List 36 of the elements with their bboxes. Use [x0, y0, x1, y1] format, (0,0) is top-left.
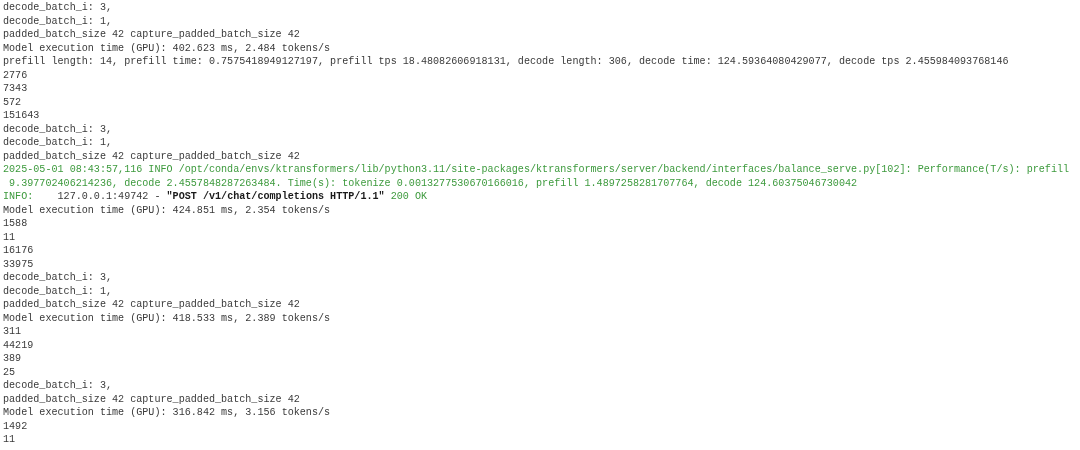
log-line: Model execution time (GPU): 418.533 ms, 2.389 tokens/s — [3, 311, 331, 325]
log-line: 11 — [3, 230, 16, 244]
log-line: 44219 — [3, 338, 34, 352]
log-line: 311 — [3, 325, 22, 339]
log-line: 7343 — [3, 82, 28, 96]
request-line: "POST /v1/chat/completions HTTP/1.1" — [166, 190, 385, 204]
log-line: 16176 — [3, 244, 34, 258]
log-line: decode_batch_i: 3, — [3, 1, 113, 15]
log-line: Model execution time (GPU): 424.851 ms, 2.354 tokens/s — [3, 203, 331, 217]
log-line: 9.397702406214236, decode 2.4557848287263484. Time(s): tokenize 0.0013277530670166016, prefill 1.4897258281707764, decode 124.60375046730042 — [8, 176, 858, 190]
log-line: Model execution time (GPU): 316.842 ms, 3.156 tokens/s — [3, 406, 331, 420]
log-line: 11 — [3, 433, 16, 447]
log-line: decode_batch_i: 3, — [3, 122, 113, 136]
log-line: decode_batch_i: 1, — [3, 136, 113, 150]
log-line: 2776 — [3, 68, 28, 82]
log-line: prefill length: 14, prefill time: 0.7575418949127197, prefill tps 18.48082606918131, decode length: 306, decode time: 124.59364080429077, decode tps 2.455984093768146 — [3, 55, 1009, 69]
log-line: padded_batch_size 42 capture_padded_batch_size 42 — [3, 298, 300, 312]
log-level: INFO: — [3, 190, 34, 204]
log-line: 1588 — [3, 217, 28, 231]
log-line: decode_batch_i: 3, — [3, 271, 113, 285]
log-line: padded_batch_size 42 capture_padded_batch_size 42 — [3, 28, 300, 42]
log-line: 1492 — [3, 419, 28, 433]
client-address: 127.0.0.1:49742 - — [56, 190, 162, 204]
log-line: padded_batch_size 42 capture_padded_batch_size 42 — [3, 149, 300, 163]
status-code: 200 OK — [389, 190, 428, 204]
log-line: 33975 — [3, 257, 34, 271]
log-line: 389 — [3, 352, 22, 366]
log-line: decode_batch_i: 1, — [3, 284, 113, 298]
log-line: 151643 — [3, 109, 40, 123]
log-line: padded_batch_size 42 capture_padded_batch_size 42 — [3, 392, 300, 406]
log-line: 572 — [3, 95, 22, 109]
log-line: 25 — [3, 365, 16, 379]
log-line: Model execution time (GPU): 402.623 ms, 2.484 tokens/s — [3, 41, 331, 55]
log-line: decode_batch_i: 1, — [3, 14, 113, 28]
log-line: decode_batch_i: 3, — [3, 379, 113, 393]
log-line: 2025-05-01 08:43:57,116 INFO /opt/conda/envs/ktransformers/lib/python3.11/site-packages/ktransformers/server/backend/interfaces/balance_serve.py[102]: Performance(T/s): prefill — [3, 163, 1070, 177]
